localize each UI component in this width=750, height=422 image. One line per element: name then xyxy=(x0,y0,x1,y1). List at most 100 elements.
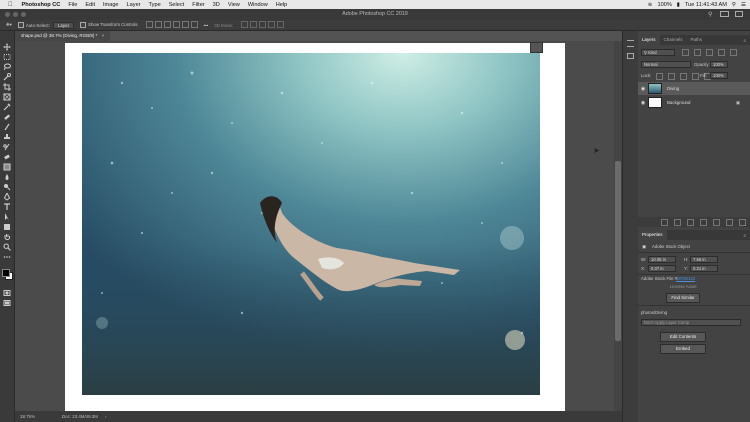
3d-scale-icon[interactable] xyxy=(277,21,285,28)
lock-position-icon[interactable] xyxy=(680,73,687,80)
app-menu[interactable]: Photoshop CC xyxy=(22,2,61,8)
eraser-tool-icon[interactable] xyxy=(3,153,11,161)
tab-properties[interactable]: Properties xyxy=(638,230,667,240)
more-tools-icon[interactable] xyxy=(3,253,11,261)
status-menu-icon[interactable]: › xyxy=(105,411,106,422)
search-icon[interactable]: ⚲ xyxy=(708,11,712,18)
move-tool-icon[interactable] xyxy=(3,43,11,51)
align-vcenter-icon[interactable] xyxy=(154,21,162,28)
3d-drag-icon[interactable] xyxy=(259,21,267,28)
menu-edit[interactable]: Edit xyxy=(85,2,95,8)
clock[interactable]: Tue 11:41:43 AM xyxy=(685,2,727,8)
tab-channels[interactable]: Channels xyxy=(660,35,687,45)
healing-brush-tool-icon[interactable] xyxy=(3,113,11,121)
fill-field[interactable]: 100% xyxy=(710,72,728,79)
minimize-window-button[interactable] xyxy=(13,12,18,17)
battery-icon[interactable]: ▮ xyxy=(677,2,680,8)
canvas-corner-button[interactable] xyxy=(530,42,543,53)
quick-mask-icon[interactable] xyxy=(3,289,11,297)
brush-tool-icon[interactable] xyxy=(3,123,11,131)
close-window-button[interactable] xyxy=(5,12,10,17)
pen-tool-icon[interactable] xyxy=(3,191,11,201)
wifi-icon[interactable]: ≋ xyxy=(648,2,653,8)
filter-smart-icon[interactable] xyxy=(730,49,737,56)
history-brush-tool-icon[interactable] xyxy=(3,143,11,151)
height-field[interactable]: 7.56 in xyxy=(690,256,718,263)
diving-photo[interactable] xyxy=(82,53,540,395)
history-panel-icon[interactable] xyxy=(627,40,634,47)
x-field[interactable]: 0.37 in xyxy=(648,265,676,272)
distribute-menu-icon[interactable]: ••• xyxy=(204,23,209,28)
vertical-scroll-thumb[interactable] xyxy=(615,161,621,341)
blend-mode-dropdown[interactable]: Normal xyxy=(641,61,691,68)
menu-help[interactable]: Help xyxy=(276,2,288,8)
menu-select[interactable]: Select xyxy=(169,2,185,8)
dodge-tool-icon[interactable] xyxy=(3,183,11,191)
properties-menu-icon[interactable]: ≡ xyxy=(743,233,746,238)
add-style-icon[interactable] xyxy=(674,218,681,226)
marquee-tool-icon[interactable] xyxy=(3,53,11,61)
y-field[interactable]: 0.21 in xyxy=(690,265,718,272)
adjustment-layer-icon[interactable] xyxy=(700,218,707,226)
vertical-scrollbar[interactable] xyxy=(614,41,622,411)
filter-shape-icon[interactable] xyxy=(718,49,725,56)
filter-type-icon[interactable] xyxy=(706,49,713,56)
menu-filter[interactable]: Filter xyxy=(192,2,204,8)
license-asset-button[interactable]: License Asset xyxy=(670,284,697,289)
workspace-icon[interactable] xyxy=(720,11,729,17)
eyedropper-tool-icon[interactable] xyxy=(3,103,11,111)
shape-tool-icon[interactable] xyxy=(3,223,11,231)
color-swatches[interactable] xyxy=(2,269,13,280)
menu-layer[interactable]: Layer xyxy=(127,2,141,8)
link-layers-icon[interactable] xyxy=(661,218,668,226)
lasso-tool-icon[interactable] xyxy=(3,63,11,71)
zoom-tool-icon[interactable] xyxy=(3,243,11,251)
menu-view[interactable]: View xyxy=(228,2,240,8)
transform-controls-checkbox[interactable] xyxy=(80,22,87,28)
new-layer-icon[interactable] xyxy=(726,218,733,226)
align-right-icon[interactable] xyxy=(190,21,198,28)
tab-paths[interactable]: Paths xyxy=(687,35,707,45)
lock-pixels-icon[interactable] xyxy=(668,73,675,80)
filter-adjust-icon[interactable] xyxy=(694,49,701,56)
stock-file-id-link[interactable]: 48785122 xyxy=(676,276,695,281)
frame-tool-icon[interactable] xyxy=(3,93,11,101)
menu-file[interactable]: File xyxy=(68,2,77,8)
zoom-window-button[interactable] xyxy=(21,12,26,17)
control-center-icon[interactable]: ☰ xyxy=(741,2,746,8)
embed-button[interactable]: Embed xyxy=(660,344,706,354)
filter-pixel-icon[interactable] xyxy=(682,49,689,56)
align-top-icon[interactable] xyxy=(145,21,153,28)
spotlight-icon[interactable]: ⚲ xyxy=(732,2,736,8)
menu-3d[interactable]: 3D xyxy=(213,2,220,8)
layer-visibility-icon[interactable]: ◉ xyxy=(638,100,648,106)
new-group-icon[interactable] xyxy=(713,218,720,226)
3d-slide-icon[interactable] xyxy=(268,21,276,28)
clone-stamp-tool-icon[interactable] xyxy=(3,133,11,141)
layer-comp-dropdown[interactable]: Don't Apply Layer Comp xyxy=(641,319,741,326)
auto-select-checkbox[interactable] xyxy=(17,22,24,29)
layer-row-diving[interactable]: ◉ Diving xyxy=(638,82,750,95)
delete-layer-icon[interactable] xyxy=(739,218,746,226)
find-similar-button[interactable]: Find Similar xyxy=(666,293,700,303)
tab-layers[interactable]: Layers xyxy=(638,35,660,45)
panel-menu-icon[interactable]: ≡ xyxy=(743,38,746,43)
crop-tool-icon[interactable] xyxy=(3,83,11,91)
close-tab-icon[interactable]: × xyxy=(102,33,105,38)
align-bottom-icon[interactable] xyxy=(163,21,171,28)
layer-visibility-icon[interactable]: ◉ xyxy=(638,86,648,92)
lock-artboard-icon[interactable] xyxy=(692,73,699,80)
3d-rotate-icon[interactable] xyxy=(241,21,249,28)
align-left-icon[interactable] xyxy=(172,21,180,28)
opacity-field[interactable]: 100% xyxy=(710,61,728,68)
path-selection-tool-icon[interactable] xyxy=(3,213,11,221)
menu-type[interactable]: Type xyxy=(149,2,161,8)
lock-transparent-icon[interactable] xyxy=(656,73,663,80)
screen-mode-icon[interactable] xyxy=(3,299,11,307)
share-icon[interactable] xyxy=(735,11,743,17)
blur-tool-icon[interactable] xyxy=(3,173,11,181)
properties-panel-icon[interactable] xyxy=(627,53,634,59)
auto-select-dropdown[interactable]: Layer xyxy=(53,21,75,29)
3d-roll-icon[interactable] xyxy=(250,21,258,28)
zoom-level[interactable]: 38.75% xyxy=(20,411,35,422)
